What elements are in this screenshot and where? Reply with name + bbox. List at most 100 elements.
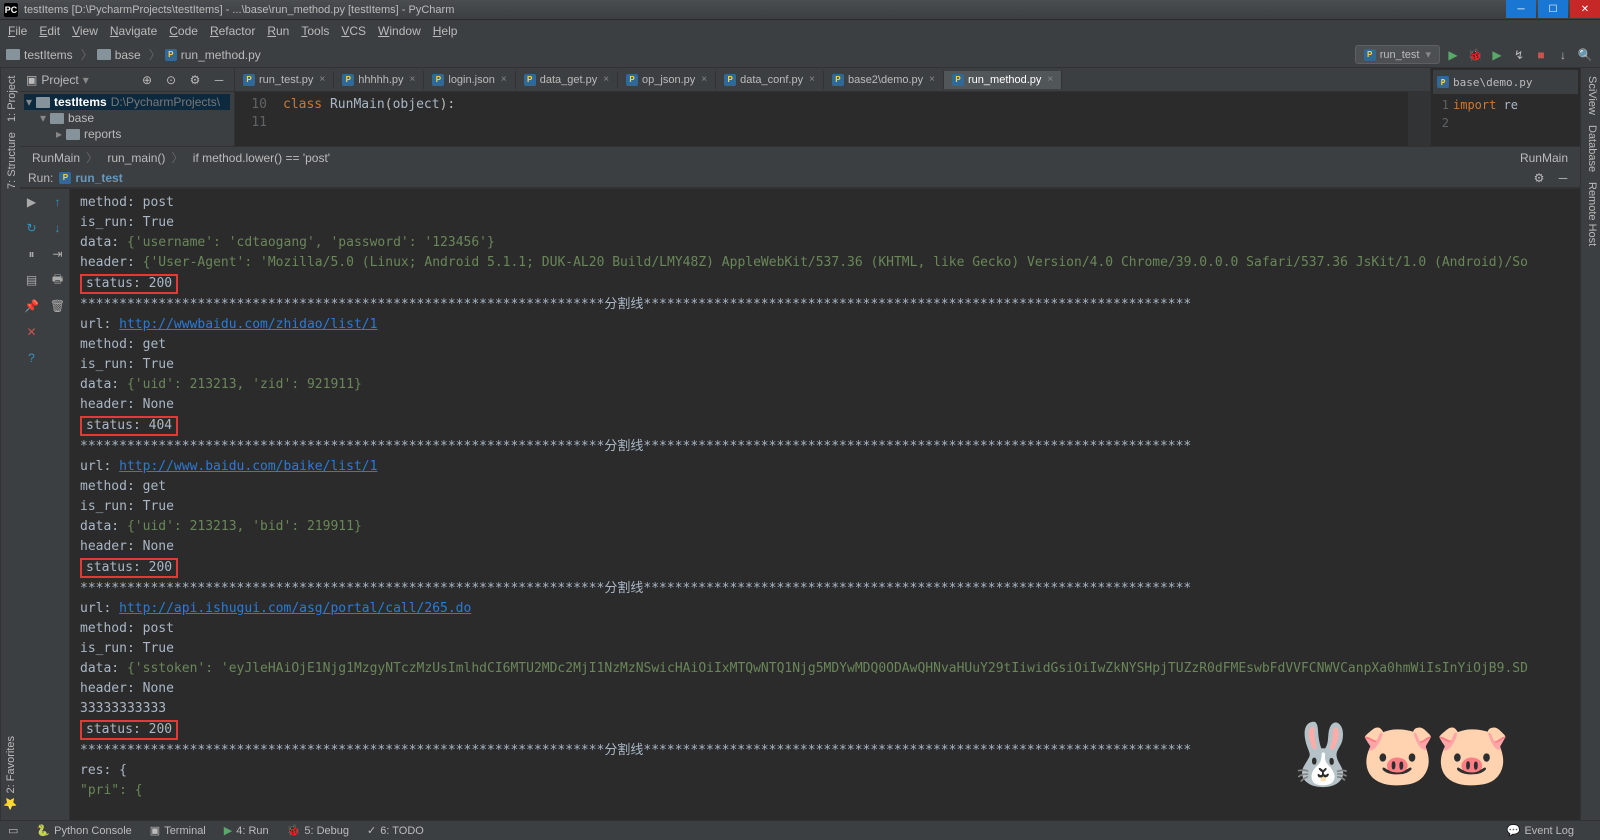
breadcrumb-right[interactable]: RunMain	[1520, 151, 1568, 165]
run-button[interactable]: ▶	[1444, 46, 1462, 64]
close-icon[interactable]: ×	[319, 74, 325, 85]
clear-all-button[interactable]: 🗑	[49, 297, 67, 315]
sciview-tab[interactable]: SciView	[1583, 76, 1598, 115]
python-file-icon: P	[1437, 76, 1449, 88]
folder-icon	[97, 49, 111, 60]
menu-item[interactable]: View	[72, 24, 98, 38]
window-close-button[interactable]: ✕	[1570, 0, 1600, 18]
editor-tab[interactable]: Pdata_get.py×	[516, 71, 618, 89]
stop-button[interactable]: ■	[1532, 46, 1550, 64]
close-icon[interactable]: ×	[410, 74, 416, 85]
statusbar-item[interactable]: ▣ Terminal	[150, 824, 206, 837]
close-icon[interactable]: ×	[603, 74, 609, 85]
close-icon[interactable]: ×	[701, 74, 707, 85]
project-view-icon: ▣	[26, 73, 37, 87]
show-tool-windows-button[interactable]: ▭	[8, 824, 18, 837]
window-maximize-button[interactable]: ☐	[1538, 0, 1568, 18]
tree-folder[interactable]: ▾ base	[24, 110, 230, 126]
gear-icon[interactable]	[1530, 169, 1548, 187]
breadcrumb-file[interactable]: Prun_method.py	[165, 48, 261, 62]
scroll-up-button[interactable]: ↑	[49, 193, 67, 211]
python-file-icon: P	[165, 49, 177, 61]
soft-wrap-button[interactable]: ⇥	[49, 245, 67, 263]
close-icon[interactable]: ✕	[23, 323, 41, 341]
code-area[interactable]: class RunMain(object):	[275, 92, 1408, 146]
statusbar-item[interactable]: 🐞 5: Debug	[287, 824, 349, 837]
code-area[interactable]: import re	[1453, 94, 1518, 132]
breadcrumb-folder[interactable]: base	[97, 48, 141, 62]
close-icon[interactable]: ×	[1047, 74, 1053, 85]
hide-panel-button[interactable]: ─	[1554, 169, 1572, 187]
collapse-all-button[interactable]: ⊕	[138, 71, 156, 89]
print-button[interactable]: 🖶	[49, 271, 67, 289]
pin-button[interactable]: 📌	[23, 297, 41, 315]
hide-panel-button[interactable]: ─	[210, 71, 228, 89]
statusbar-item[interactable]: ▶ 4: Run	[224, 824, 269, 837]
database-tab[interactable]: Database	[1583, 125, 1598, 172]
editor-tab[interactable]: Pdata_conf.py×	[716, 71, 824, 89]
window-title: testItems [D:\PycharmProjects\testItems]…	[24, 4, 454, 16]
menu-item[interactable]: Edit	[39, 24, 60, 38]
run-coverage-button[interactable]: ▶	[1488, 46, 1506, 64]
editor-tab[interactable]: Phhhhh.py×	[334, 71, 424, 89]
stop-button[interactable]: ↻	[23, 219, 41, 237]
tree-folder[interactable]: ▸ reports	[24, 126, 230, 142]
window-minimize-button[interactable]: ─	[1506, 0, 1536, 18]
layout-button[interactable]: ▤	[23, 271, 41, 289]
menu-item[interactable]: Help	[433, 24, 458, 38]
debug-button[interactable]: 🐞	[1466, 46, 1484, 64]
close-icon[interactable]: ×	[501, 74, 507, 85]
breadcrumb-item[interactable]: RunMain	[32, 151, 80, 165]
editor-minimap[interactable]	[1408, 92, 1430, 146]
breadcrumb-item[interactable]: if method.lower() == 'post'	[193, 151, 330, 165]
statusbar-item[interactable]: ✓ 6: TODO	[367, 824, 424, 837]
event-log-button[interactable]: 💬 Event Log	[1507, 824, 1574, 837]
menu-item[interactable]: Code	[169, 24, 198, 38]
menu-item[interactable]: Window	[378, 24, 421, 38]
help-button[interactable]: ?	[23, 349, 41, 367]
scroll-down-button[interactable]: ↓	[49, 219, 67, 237]
vcs-update-button[interactable]: ↓	[1554, 46, 1572, 64]
search-everywhere-button[interactable]: 🔍	[1576, 46, 1594, 64]
close-icon[interactable]: ×	[809, 74, 815, 85]
rerun-button[interactable]: ▶	[23, 193, 41, 211]
console-output[interactable]: method: postis_run: Truedata: {'username…	[70, 189, 1580, 820]
attach-button[interactable]: ↯	[1510, 46, 1528, 64]
editor-tab-label[interactable]: base\demo.py	[1453, 76, 1532, 89]
statusbar-item[interactable]: 🐍 Python Console	[36, 824, 131, 837]
folder-icon	[6, 49, 20, 60]
menu-item[interactable]: Navigate	[110, 24, 157, 38]
run-config-selector[interactable]: P run_test ▾	[1355, 45, 1440, 64]
pause-button[interactable]: ⏸	[23, 245, 41, 263]
chevron-down-icon[interactable]: ▾	[83, 73, 89, 87]
menu-item[interactable]: VCS	[341, 24, 366, 38]
breadcrumb-folder[interactable]: testItems	[6, 48, 73, 62]
close-icon[interactable]: ×	[929, 74, 935, 85]
menu-item[interactable]: Tools	[301, 24, 329, 38]
tree-root[interactable]: ▾ testItems D:\PycharmProjects\	[24, 94, 230, 110]
python-file-icon: P	[524, 74, 536, 86]
run-config-label: run_test	[1380, 49, 1420, 61]
project-tab[interactable]: 1: Project	[3, 76, 18, 122]
gear-icon[interactable]	[186, 71, 204, 89]
menu-item[interactable]: File	[8, 24, 27, 38]
editor-tab[interactable]: Pbase2\demo.py×	[824, 71, 944, 89]
menu-item[interactable]: Refactor	[210, 24, 255, 38]
select-opened-button[interactable]: ⊙	[162, 71, 180, 89]
python-file-icon: P	[724, 74, 736, 86]
favorites-tab[interactable]: ⭐ 2: Favorites	[0, 732, 21, 814]
url-link[interactable]: http://api.ishugui.com/asg/portal/call/2…	[119, 601, 471, 616]
tree-item-label: reports	[84, 127, 121, 141]
menu-item[interactable]: Run	[267, 24, 289, 38]
editor-tab[interactable]: Prun_test.py×	[235, 71, 334, 89]
breadcrumb-label: run_method.py	[181, 48, 261, 62]
structure-tab[interactable]: 7: Structure	[3, 132, 18, 189]
remote-host-tab[interactable]: Remote Host	[1583, 182, 1598, 246]
editor-tab[interactable]: Prun_method.py×	[944, 71, 1062, 89]
editor-tab[interactable]: Pop_json.py×	[618, 71, 716, 89]
url-link[interactable]: http://wwwbaidu.com/zhidao/list/1	[119, 317, 377, 332]
breadcrumb-item[interactable]: run_main()	[107, 151, 165, 165]
python-file-icon: P	[952, 74, 964, 86]
editor-tab[interactable]: Plogin.json×	[424, 71, 515, 89]
url-link[interactable]: http://www.baidu.com/baike/list/1	[119, 459, 377, 474]
